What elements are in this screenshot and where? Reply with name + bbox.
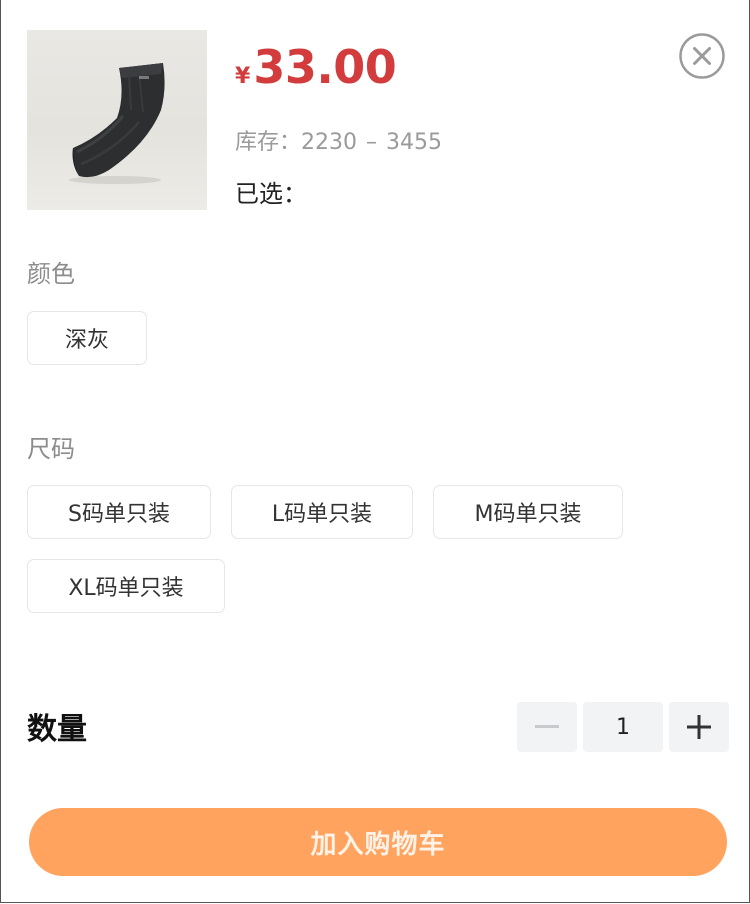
quantity-decrease-button[interactable]	[517, 702, 577, 752]
color-option-dark-gray[interactable]: 深灰	[27, 311, 147, 365]
color-section-title: 颜色	[27, 260, 75, 288]
product-price: ¥ 33.00	[235, 40, 397, 94]
elbow-sleeve-image-icon	[69, 63, 165, 184]
size-option-l[interactable]: L码单只装	[231, 485, 413, 539]
close-circle-icon	[679, 33, 725, 79]
size-section-title: 尺码	[27, 435, 75, 463]
stock-min: 2230	[301, 130, 358, 155]
stock-separator: –	[366, 130, 378, 155]
stock-info: 库存：2230 – 3455	[235, 124, 442, 156]
plus-icon	[687, 715, 711, 739]
quantity-input[interactable]	[583, 702, 663, 752]
minus-icon	[535, 725, 559, 728]
size-option-m[interactable]: M码单只装	[433, 485, 623, 539]
stock-label: 库存：	[235, 130, 302, 155]
size-option-xl[interactable]: XL码单只装	[27, 559, 225, 613]
stock-max: 3455	[386, 130, 443, 155]
add-to-cart-button[interactable]: 加入购物车	[29, 808, 727, 876]
product-image	[27, 30, 207, 210]
close-button[interactable]	[679, 33, 725, 79]
price-amount: 33.00	[253, 40, 397, 94]
currency-symbol: ¥	[235, 64, 251, 89]
quantity-increase-button[interactable]	[669, 702, 729, 752]
selected-label: 已选：	[235, 180, 307, 208]
quantity-label: 数量	[27, 712, 87, 747]
size-option-s[interactable]: S码单只装	[27, 485, 211, 539]
sku-selector-sheet: ¥ 33.00 库存：2230 – 3455 已选： 颜色 深灰 尺码 S码单只…	[0, 0, 750, 903]
